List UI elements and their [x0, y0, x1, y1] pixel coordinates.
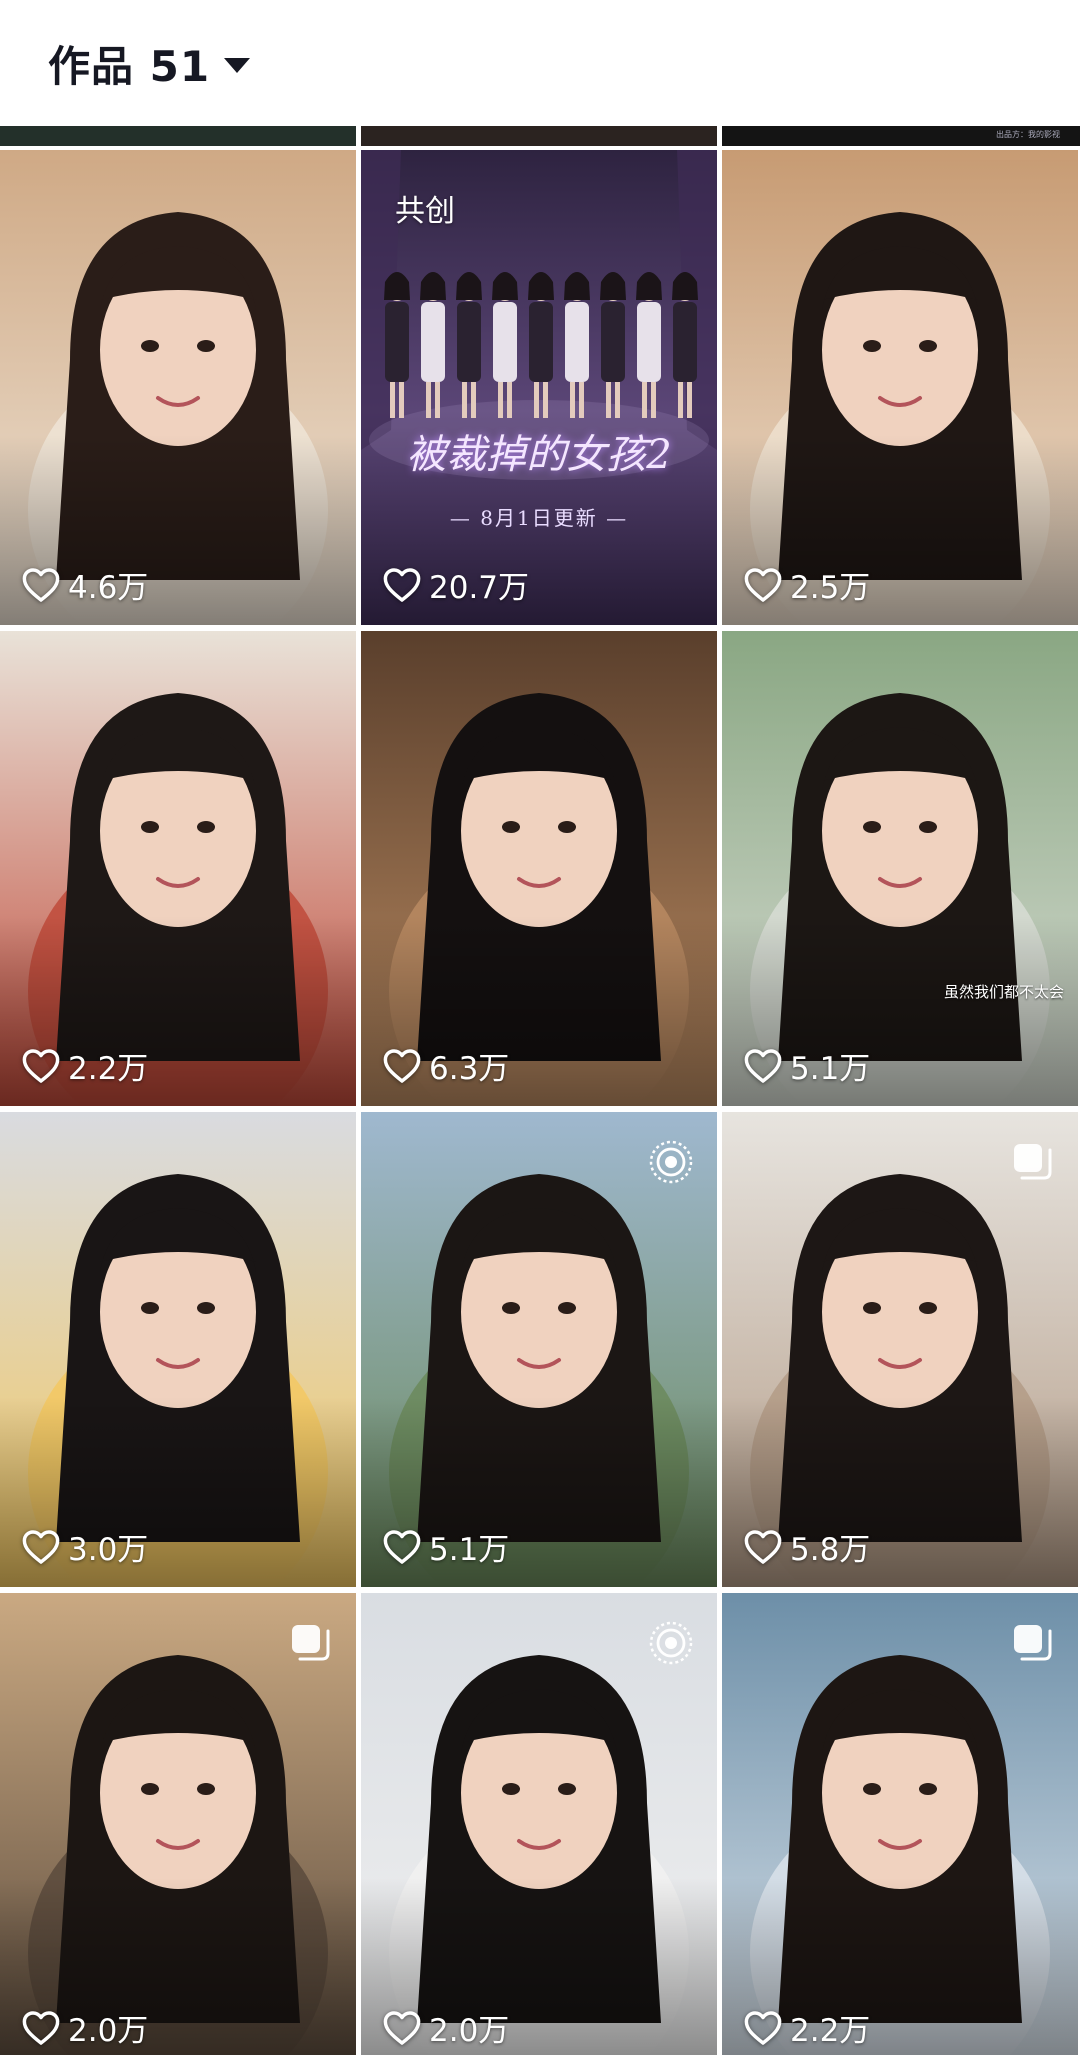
live-photo-icon [649, 1140, 693, 1184]
video-thumbnail[interactable]: 3.0万 [0, 1112, 356, 1587]
thumbnail-image [0, 150, 356, 625]
previous-row-thumb-3[interactable]: 出品方：我的影视 [722, 126, 1080, 146]
live-photo-icon [649, 1621, 693, 1665]
video-thumbnail[interactable]: 6.3万 [361, 631, 717, 1106]
thumbnail-image [722, 631, 1078, 1106]
video-thumbnail[interactable]: 2.0万 [361, 1593, 717, 2055]
heart-icon [383, 2010, 421, 2045]
heart-icon [383, 1529, 421, 1564]
like-count: 2.2万 [22, 1043, 148, 1088]
poster-title: 被裁掉的女孩2 [406, 432, 672, 478]
thumbnail-image [722, 150, 1078, 625]
works-count-title: 作品 51 [48, 41, 211, 91]
video-thumbnail[interactable]: 共创被裁掉的女孩2 — 8月1日更新 — 20.7万 [361, 150, 717, 625]
live-photo-badge [647, 1138, 695, 1186]
heart-icon [22, 2010, 60, 2045]
thumbnail-image [361, 631, 717, 1106]
like-count-value: 5.1万 [429, 1532, 510, 1568]
video-thumbnail[interactable]: 4.6万 [0, 150, 356, 625]
video-thumbnail[interactable]: 2.0万 [0, 1593, 356, 2055]
like-count: 5.8万 [744, 1524, 870, 1569]
multi-image-badge [1008, 1138, 1056, 1186]
like-count: 2.0万 [383, 2005, 509, 2050]
like-count-value: 2.5万 [790, 570, 871, 606]
heart-icon [744, 2010, 782, 2045]
multi-image-icon [292, 1625, 330, 1661]
like-count: 20.7万 [383, 562, 529, 607]
previous-row-thumb-2[interactable] [361, 126, 717, 146]
live-photo-badge [647, 1619, 695, 1667]
video-thumbnail[interactable]: 5.1万 [361, 1112, 717, 1587]
video-thumbnail[interactable]: 2.5万 [722, 150, 1078, 625]
like-count: 2.0万 [22, 2005, 148, 2050]
video-thumbnail[interactable]: 5.8万 [722, 1112, 1078, 1587]
like-count: 2.5万 [744, 562, 870, 607]
like-count: 5.1万 [383, 1524, 509, 1569]
like-count-value: 2.2万 [790, 2013, 871, 2049]
heart-icon [383, 1048, 421, 1083]
previous-row-thumb-1[interactable] [0, 126, 356, 146]
multi-image-icon [1014, 1144, 1052, 1180]
video-thumbnail[interactable]: 2.2万 [722, 1593, 1078, 2055]
multi-image-badge [1008, 1619, 1056, 1667]
dropdown-caret-icon[interactable] [224, 57, 251, 73]
heart-icon [744, 1529, 782, 1564]
works-header: 作品 51 [0, 0, 1080, 126]
like-count: 4.6万 [22, 562, 148, 607]
heart-icon [744, 1048, 782, 1083]
like-count: 6.3万 [383, 1043, 509, 1088]
heart-icon [22, 1529, 60, 1564]
heart-icon [383, 567, 421, 602]
like-count: 2.2万 [744, 2005, 870, 2050]
multi-image-badge [286, 1619, 334, 1667]
like-count-value: 2.0万 [68, 2013, 149, 2049]
like-count-value: 5.1万 [790, 1051, 871, 1087]
like-count-value: 3.0万 [68, 1532, 149, 1568]
like-count-value: 5.8万 [790, 1532, 871, 1568]
heart-icon [22, 567, 60, 602]
thumbnail-image [0, 631, 356, 1106]
like-count-value: 4.6万 [68, 570, 149, 606]
like-count-value: 2.2万 [68, 1051, 149, 1087]
thumbnail-image [0, 1112, 356, 1587]
video-thumbnail[interactable]: 2.2万 [0, 631, 356, 1106]
like-count: 5.1万 [744, 1043, 870, 1088]
cocreate-tag: 共创 [395, 194, 455, 229]
multi-image-icon [1014, 1625, 1052, 1661]
like-count-value: 20.7万 [429, 570, 530, 606]
like-count: 3.0万 [22, 1524, 148, 1569]
heart-icon [22, 1048, 60, 1083]
like-count-value: 2.0万 [429, 2013, 510, 2049]
heart-icon [744, 567, 782, 602]
previous-row-caption: 出品方：我的影视 [996, 130, 1060, 139]
video-thumbnail[interactable]: 虽然我们都不太会 5.1万 [722, 631, 1078, 1106]
poster-subtitle: — 8月1日更新 — [449, 506, 629, 530]
video-caption: 虽然我们都不太会 [943, 983, 1064, 1001]
like-count-value: 6.3万 [429, 1051, 510, 1087]
